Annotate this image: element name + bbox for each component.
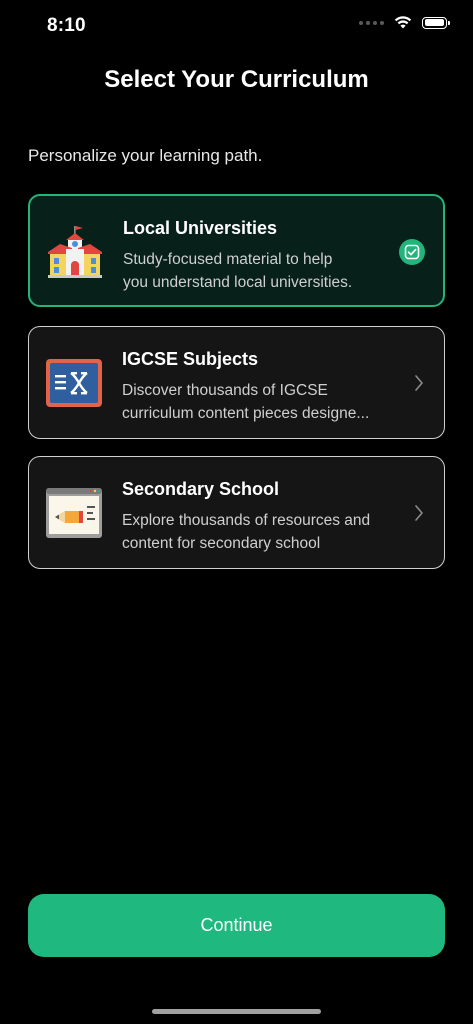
chevron-right-icon — [415, 505, 423, 521]
option-description-line: curriculum content pieces designe... — [122, 405, 370, 422]
status-time: 8:10 — [47, 15, 86, 36]
option-description-line: content for secondary school — [122, 535, 321, 552]
option-card-igcse-subjects[interactable]: IGCSE Subjects Discover thousands of IGC… — [28, 326, 445, 439]
option-title: IGCSE Subjects — [122, 349, 259, 369]
status-icons — [359, 16, 450, 29]
battery-icon — [422, 16, 450, 29]
option-title: Local Universities — [123, 218, 278, 238]
option-description-line: you understand local universities. — [123, 274, 353, 291]
option-description: Explore thousands of resources and conte… — [122, 509, 397, 555]
chalkboard-icon — [46, 359, 102, 407]
wifi-icon — [394, 16, 412, 29]
option-description-line: Explore thousands of resources and — [122, 512, 371, 529]
option-description-line: Study-focused material to help — [123, 251, 333, 268]
option-card-local-universities[interactable]: Local Universities Study-focused materia… — [28, 194, 445, 307]
pencil-whiteboard-icon — [46, 488, 102, 538]
home-indicator — [152, 1009, 321, 1014]
page-subtitle: Personalize your learning path. — [28, 146, 263, 165]
chevron-right-icon — [415, 375, 423, 391]
option-description-line: Discover thousands of IGCSE — [122, 382, 328, 399]
selected-check-icon — [399, 239, 425, 265]
page-title: Select Your Curriculum — [104, 66, 369, 93]
status-bar: 8:10 — [0, 0, 473, 52]
option-title: Secondary School — [122, 479, 280, 499]
battery-fill — [424, 19, 444, 26]
option-description: Discover thousands of IGCSE curriculum c… — [122, 379, 397, 425]
continue-button[interactable]: Continue — [28, 894, 445, 957]
option-card-secondary-school[interactable]: Secondary School Explore thousands of re… — [28, 456, 445, 569]
school-building-icon — [48, 226, 102, 278]
option-description: Study-focused material to help you under… — [123, 248, 398, 294]
signal-icon — [359, 20, 384, 25]
